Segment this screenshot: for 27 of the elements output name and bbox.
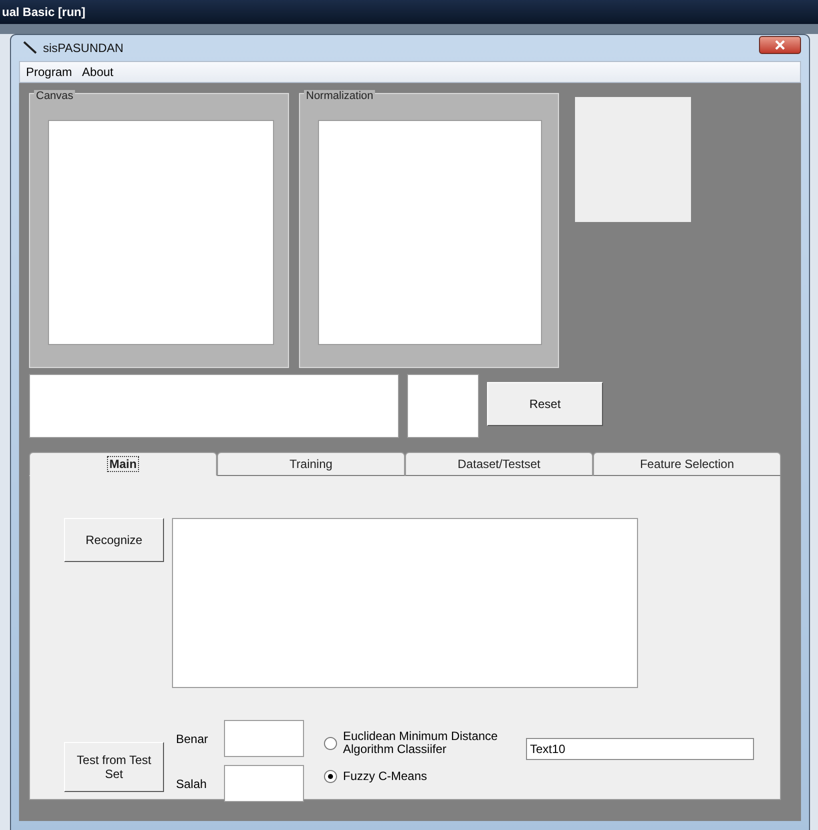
tab[interactable]: Main bbox=[29, 452, 217, 476]
menu-item[interactable]: About bbox=[82, 65, 114, 79]
radio-option[interactable]: Euclidean Minimum Distance Algorithm Classiifer bbox=[324, 730, 528, 756]
window-title: sisPASUNDAN bbox=[43, 41, 124, 55]
test-button[interactable]: Test from Test Set bbox=[64, 742, 164, 792]
text-field[interactable] bbox=[29, 374, 399, 438]
radio-option[interactable]: Fuzzy C-Means bbox=[324, 770, 528, 783]
ide-title: ual Basic [run] bbox=[1, 5, 86, 19]
pen-icon bbox=[23, 41, 37, 55]
frame-title: Normalization bbox=[304, 90, 376, 102]
close-icon bbox=[774, 40, 786, 50]
tab[interactable]: Training bbox=[217, 452, 405, 476]
text-field[interactable]: Text10 bbox=[526, 738, 754, 760]
input-field[interactable] bbox=[224, 720, 304, 757]
salah-label: Salah bbox=[176, 776, 208, 790]
recognize-button[interactable]: Recognize bbox=[64, 518, 164, 562]
tab[interactable]: Dataset/Testset bbox=[405, 452, 593, 476]
close-button[interactable] bbox=[759, 36, 801, 54]
radio-button[interactable] bbox=[324, 736, 337, 750]
radio-button[interactable] bbox=[324, 770, 337, 783]
reset-button[interactable]: Reset bbox=[487, 382, 603, 426]
tab[interactable]: Feature Selection bbox=[593, 452, 781, 476]
input-field[interactable] bbox=[224, 765, 304, 802]
text-field[interactable] bbox=[407, 374, 479, 438]
benar-label: Benar bbox=[176, 732, 210, 746]
frame-title: Canvas bbox=[34, 90, 76, 102]
menu-item[interactable]: Program bbox=[26, 65, 72, 79]
